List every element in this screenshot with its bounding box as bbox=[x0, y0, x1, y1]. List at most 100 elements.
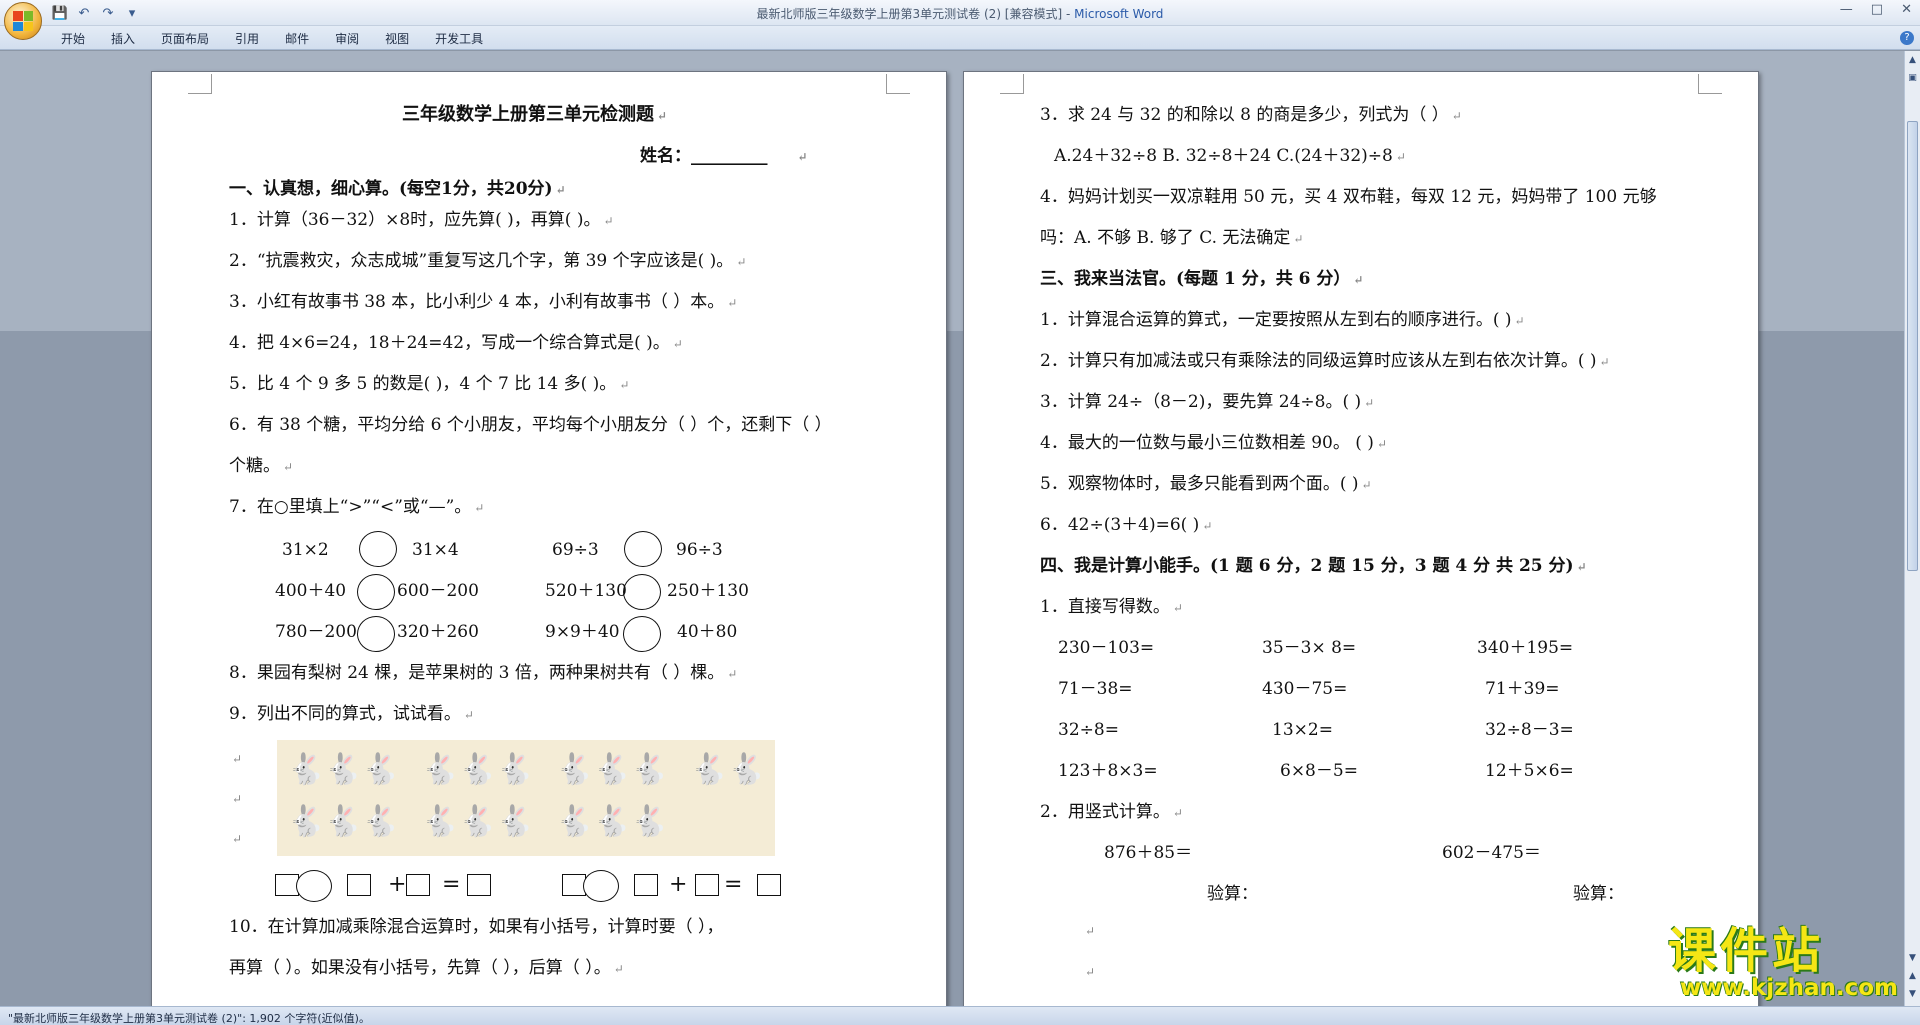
rabbit-icon: 🐇 bbox=[593, 804, 631, 839]
question-7: 7．在○里填上“>”“<”或“—”。 ↵ bbox=[229, 497, 485, 517]
compare-left: 520＋130 bbox=[545, 581, 627, 601]
judge-item-6: 6．42÷(3＋4)=6( ) ↵ bbox=[1040, 515, 1213, 535]
judge-item-2: 2．计算只有加减法或只有乘除法的同级运算时应该从左到右依次计算。( ) ↵ bbox=[1040, 351, 1610, 371]
calc-item: 32÷8－3= bbox=[1485, 720, 1574, 740]
rabbit-icon: 🐇 bbox=[496, 804, 534, 839]
vertical-calc: 602－475＝ bbox=[1442, 843, 1541, 863]
compare-circle[interactable] bbox=[623, 616, 661, 652]
tab-developer[interactable]: 开发工具 bbox=[422, 30, 496, 47]
question-9: 9．列出不同的算式，试试看。 ↵ bbox=[229, 704, 474, 724]
scrollbar-thumb[interactable] bbox=[1907, 121, 1918, 571]
compare-circle[interactable] bbox=[623, 574, 661, 610]
word-count-status[interactable]: "最新北师版三年级数学上册第3单元测试卷 (2)": 1,902 个字符(近似值… bbox=[8, 1010, 370, 1025]
equals-sign: = bbox=[724, 872, 743, 897]
rabbit-icon: 🐇 bbox=[555, 752, 594, 787]
tab-mailings[interactable]: 邮件 bbox=[272, 30, 322, 47]
compare-right: 250＋130 bbox=[667, 581, 749, 601]
ribbon-tabs: 开始 插入 页面布局 引用 邮件 审阅 视图 开发工具 ? bbox=[0, 26, 1920, 50]
rabbit-icon: 🐇 bbox=[458, 752, 497, 787]
rabbit-icon bbox=[690, 798, 727, 850]
rabbit-icon bbox=[668, 746, 690, 798]
question-8: 8．果园有梨树 24 棵，是苹果树的 3 倍，两种果树共有（ ）棵。 ↵ bbox=[229, 663, 738, 683]
answer-box[interactable] bbox=[406, 874, 430, 896]
rabbit-icon: 🐇 bbox=[555, 804, 594, 839]
question-3: 3．小红有故事书 38 本，比小利少 4 本，小利有故事书（ ）本。 ↵ bbox=[229, 292, 738, 312]
compare-circle[interactable] bbox=[357, 574, 395, 610]
rabbit-icon: 🐇 bbox=[361, 804, 400, 839]
answer-box[interactable] bbox=[634, 874, 658, 896]
margin-corner-mark bbox=[1698, 74, 1722, 94]
compare-circle[interactable] bbox=[359, 531, 397, 567]
compare-left: 780－200 bbox=[275, 622, 357, 642]
calc-item: 230－103= bbox=[1058, 638, 1155, 658]
compare-right: 600－200 bbox=[397, 581, 479, 601]
vertical-calc: 876＋85＝ bbox=[1104, 843, 1193, 863]
calc-question-2: 2．用竖式计算。 ↵ bbox=[1040, 802, 1183, 822]
margin-corner-mark bbox=[886, 74, 910, 94]
paragraph-mark: ↵ bbox=[232, 792, 243, 806]
calc-item: 35－3× 8= bbox=[1262, 638, 1357, 658]
plus-sign: + bbox=[669, 872, 688, 897]
answer-box[interactable] bbox=[347, 874, 371, 896]
judge-item-5: 5．观察物体时，最多只能看到两个面。( ) ↵ bbox=[1040, 474, 1372, 494]
calc-item: 32÷8= bbox=[1058, 720, 1119, 740]
ruler-icon[interactable]: ▣ bbox=[1907, 71, 1918, 85]
compare-right: 31×4 bbox=[412, 540, 459, 560]
minimize-icon[interactable]: — bbox=[1840, 2, 1853, 17]
help-icon[interactable]: ? bbox=[1900, 31, 1914, 45]
rabbit-icon: 🐇 bbox=[324, 752, 362, 787]
calc-item: 71＋39= bbox=[1485, 679, 1560, 699]
close-icon[interactable]: ✕ bbox=[1901, 2, 1912, 17]
compare-left: 69÷3 bbox=[552, 540, 599, 560]
question-10: 10．在计算加减乘除混合运算时，如果有小括号，计算时要（ ）， bbox=[229, 917, 724, 937]
compare-left: 9×9＋40 bbox=[545, 622, 620, 642]
compare-circle[interactable] bbox=[624, 531, 662, 567]
rabbit-icon: 🐇 bbox=[421, 752, 459, 787]
app-name: Microsoft Word bbox=[1074, 7, 1164, 21]
vertical-scrollbar[interactable]: ▲ ▣ ▼ ▲ ▼ bbox=[1904, 51, 1920, 1006]
maximize-icon[interactable]: □ bbox=[1871, 2, 1883, 17]
tab-insert[interactable]: 插入 bbox=[98, 30, 148, 47]
office-logo-icon bbox=[13, 11, 33, 31]
operator-circle[interactable] bbox=[583, 870, 619, 902]
document-workspace: 三年级数学上册第三单元检测题 ↵ 姓名：_________ ↵ 一、认真想，细心算。… bbox=[0, 51, 1904, 1006]
paragraph-mark: ↵ bbox=[232, 832, 243, 846]
answer-box[interactable] bbox=[757, 874, 781, 896]
check-label: 验算： bbox=[1573, 884, 1624, 904]
office-button[interactable] bbox=[4, 2, 42, 40]
calc-item: 123＋8×3= bbox=[1058, 761, 1158, 781]
compare-circle[interactable] bbox=[357, 616, 395, 652]
question-5: 5．比 4 个 9 多 5 的数是( )，4 个 7 比 14 多( )。 ↵ bbox=[229, 374, 630, 394]
question-6-cont: 个糖。 ↵ bbox=[229, 456, 294, 476]
operator-circle[interactable] bbox=[296, 870, 332, 902]
title-bar: 💾 ↶ ↷ ▾ 最新北师版三年级数学上册第3单元测试卷 (2) [兼容模式] -… bbox=[0, 0, 1920, 26]
scroll-up-icon[interactable]: ▲ bbox=[1907, 53, 1918, 67]
window-title: 最新北师版三年级数学上册第3单元测试卷 (2) [兼容模式] - Microso… bbox=[756, 7, 1164, 21]
name-field[interactable]: 姓名：_________ ↵ bbox=[640, 145, 808, 168]
plus-sign: + bbox=[388, 872, 407, 897]
judge-item-1: 1．计算混合运算的算式，一定要按照从左到右的顺序进行。( ) ↵ bbox=[1040, 310, 1525, 330]
rabbit-icon: 🐇 bbox=[287, 752, 325, 787]
calc-item: 12＋5×6= bbox=[1485, 761, 1574, 781]
tab-review[interactable]: 审阅 bbox=[322, 30, 372, 47]
rabbit-icon: 🐇 bbox=[630, 752, 668, 787]
question-6: 6．有 38 个糖，平均分给 6 个小朋友，平均每个小朋友分（ ）个，还剩下（ … bbox=[229, 415, 832, 435]
tab-home[interactable]: 开始 bbox=[48, 30, 98, 47]
rabbit-icon: 🐇 bbox=[630, 804, 668, 839]
rabbit-icon bbox=[728, 798, 765, 850]
section-3-heading: 三、我来当法官。(每题 1 分，共 6 分） ↵ bbox=[1040, 269, 1364, 289]
rabbit-icon: 🐇 bbox=[496, 752, 534, 787]
margin-corner-mark bbox=[1000, 74, 1024, 94]
tab-references[interactable]: 引用 bbox=[222, 30, 272, 47]
judge-item-3: 3．计算 24÷（8－2)，要先算 24÷8。( ) ↵ bbox=[1040, 392, 1375, 412]
calc-item: 71－38= bbox=[1058, 679, 1133, 699]
rabbit-icon: 🐇 bbox=[727, 752, 765, 787]
rabbits-image: 🐇 🐇 🐇 🐇 🐇 🐇 🐇 🐇 🐇 🐇 🐇 🐇 🐇 🐇 🐇 🐇 🐇 🐇 🐇 🐇 bbox=[277, 740, 775, 856]
tab-page-layout[interactable]: 页面布局 bbox=[148, 30, 222, 47]
answer-box[interactable] bbox=[695, 874, 719, 896]
rabbit-icon: 🐇 bbox=[361, 752, 400, 787]
watermark-url: www.kjzhan.com bbox=[1680, 975, 1898, 1001]
question-1: 1．计算（36－32）×8时，应先算( )，再算( )。 ↵ bbox=[229, 210, 614, 230]
answer-box[interactable] bbox=[467, 874, 491, 896]
tab-view[interactable]: 视图 bbox=[372, 30, 422, 47]
